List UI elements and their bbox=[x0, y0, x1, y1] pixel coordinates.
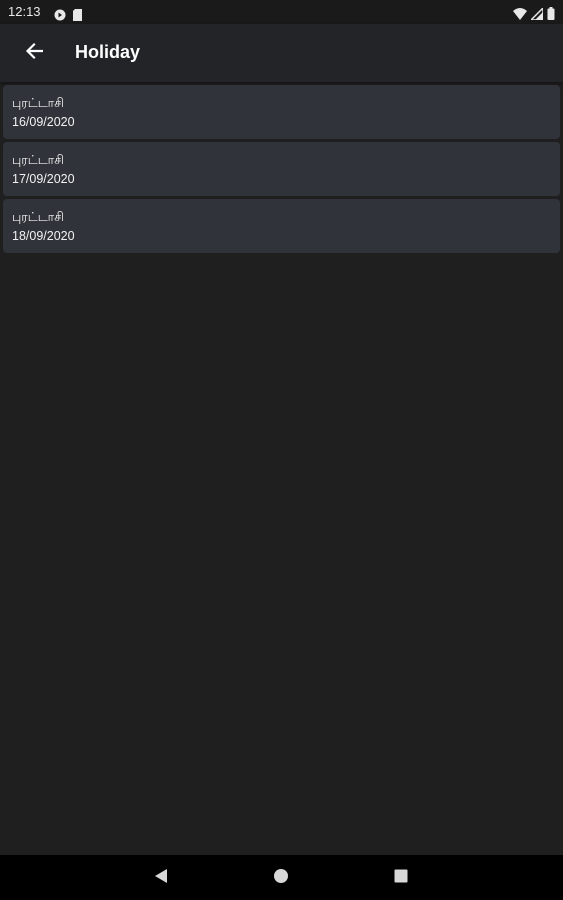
battery-icon bbox=[547, 5, 555, 24]
app-bar: Holiday bbox=[0, 24, 563, 82]
page-title: Holiday bbox=[75, 42, 141, 62]
arrow-left-icon bbox=[25, 42, 44, 64]
holiday-card[interactable]: புரட்டாசி 17/09/2020 bbox=[3, 142, 560, 196]
holiday-name: புரட்டாசி bbox=[12, 152, 64, 167]
recents-square-icon bbox=[393, 868, 409, 888]
status-time: 12:13 bbox=[8, 4, 41, 19]
back-triangle-icon bbox=[153, 868, 169, 888]
nav-home-button[interactable] bbox=[270, 867, 292, 889]
nav-recents-button[interactable] bbox=[390, 867, 412, 889]
holiday-name: புரட்டாசி bbox=[12, 209, 64, 224]
sd-card-icon bbox=[72, 6, 83, 25]
status-bar: 12:13 bbox=[0, 0, 563, 24]
holiday-date: 16/09/2020 bbox=[12, 115, 75, 129]
back-button[interactable] bbox=[18, 37, 50, 69]
home-circle-icon bbox=[273, 868, 289, 888]
signal-icon bbox=[529, 5, 544, 24]
nav-back-button[interactable] bbox=[150, 867, 172, 889]
media-icon bbox=[54, 6, 66, 25]
status-left-icons bbox=[54, 6, 83, 25]
holiday-date: 17/09/2020 bbox=[12, 172, 75, 186]
holiday-name: புரட்டாசி bbox=[12, 95, 64, 110]
holiday-list: புரட்டாசி 16/09/2020 புரட்டாசி 17/09/202… bbox=[3, 85, 560, 256]
holiday-card[interactable]: புரட்டாசி 16/09/2020 bbox=[3, 85, 560, 139]
status-right-icons bbox=[513, 5, 555, 24]
navigation-bar bbox=[0, 855, 563, 900]
holiday-date: 18/09/2020 bbox=[12, 229, 75, 243]
holiday-card[interactable]: புரட்டாசி 18/09/2020 bbox=[3, 199, 560, 253]
wifi-icon bbox=[513, 5, 527, 24]
